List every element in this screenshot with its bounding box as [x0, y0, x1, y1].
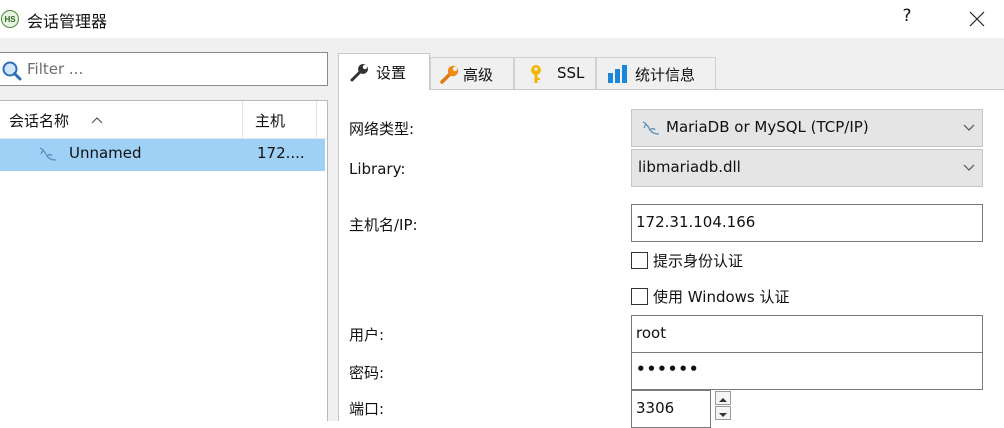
- prompt-auth-label: 提示身份认证: [653, 252, 744, 270]
- user-value: root: [636, 324, 667, 342]
- network-type-value: MariaDB or MySQL (TCP/IP): [666, 118, 869, 136]
- host-value: 172.31.104.166: [636, 213, 756, 231]
- wrench-icon: [350, 64, 368, 82]
- user-input[interactable]: root: [631, 315, 983, 353]
- window-title: 会话管理器: [27, 12, 108, 31]
- network-type-label: 网络类型:: [349, 120, 415, 138]
- tab-label: 高级: [463, 66, 494, 84]
- session-tree[interactable]: 会话名称 主机 Unnamed 172....: [0, 100, 328, 421]
- tab-ssl[interactable]: SSL: [514, 57, 596, 89]
- session-row[interactable]: Unnamed 172....: [0, 139, 325, 171]
- password-input[interactable]: ••••••: [631, 352, 983, 390]
- key-icon: [531, 65, 541, 83]
- tab-settings[interactable]: 设置: [338, 53, 430, 90]
- windows-auth-checkbox[interactable]: [631, 288, 648, 305]
- prompt-auth-checkbox[interactable]: [631, 252, 648, 269]
- tab-strip: 设置 高级 SSL 统计信息: [338, 53, 1004, 90]
- session-name: Unnamed: [69, 144, 142, 162]
- tree-header: 会话名称 主机: [0, 101, 327, 139]
- help-button[interactable]: ?: [896, 6, 918, 30]
- chevron-down-icon: [963, 124, 975, 131]
- column-label: 主机: [255, 112, 286, 130]
- port-value: 3306: [636, 399, 675, 417]
- dolphin-icon: [39, 147, 57, 161]
- windows-auth-label: 使用 Windows 认证: [653, 288, 790, 306]
- column-label: 会话名称: [9, 112, 70, 130]
- filter-box[interactable]: [0, 52, 328, 86]
- search-icon: [2, 61, 22, 81]
- close-icon: [969, 11, 985, 27]
- chevron-down-icon: [963, 164, 975, 171]
- network-type-select[interactable]: MariaDB or MySQL (TCP/IP): [631, 109, 983, 147]
- title-bar: HS 会话管理器 ?: [0, 0, 1004, 38]
- tab-statistics[interactable]: 统计信息: [596, 57, 716, 89]
- port-input[interactable]: 3306: [631, 390, 711, 428]
- app-logo-icon: HS: [1, 10, 19, 28]
- user-label: 用户:: [349, 326, 385, 344]
- arrow-up-icon: [719, 398, 727, 402]
- sort-ascending-icon: [91, 117, 103, 124]
- wrench-orange-icon: [440, 65, 459, 84]
- tab-label: 设置: [376, 64, 407, 82]
- filter-input[interactable]: [27, 53, 317, 85]
- library-label: Library:: [349, 160, 406, 178]
- port-label: 端口:: [349, 400, 385, 418]
- column-header-host[interactable]: 主机: [243, 101, 317, 139]
- column-header-session-name[interactable]: 会话名称: [0, 101, 243, 139]
- session-host: 172....: [257, 144, 305, 162]
- password-label: 密码:: [349, 364, 385, 382]
- bar-chart-icon: [608, 65, 627, 83]
- tab-label: 统计信息: [635, 66, 696, 84]
- port-decrement-button[interactable]: [715, 406, 731, 420]
- tab-label: SSL: [557, 64, 585, 82]
- close-button[interactable]: [962, 4, 990, 32]
- library-value: libmariadb.dll: [638, 158, 741, 176]
- arrow-down-icon: [719, 413, 727, 417]
- settings-panel: 网络类型: MariaDB or MySQL (TCP/IP) Library:…: [338, 89, 1004, 428]
- host-label: 主机名/IP:: [349, 216, 418, 234]
- host-input[interactable]: 172.31.104.166: [631, 204, 983, 242]
- tab-advanced[interactable]: 高级: [430, 57, 514, 89]
- library-select[interactable]: libmariadb.dll: [631, 149, 983, 187]
- password-value: ••••••: [636, 360, 700, 378]
- dialog-body: 会话名称 主机 Unnamed 172.... 设置: [0, 38, 1004, 428]
- port-increment-button[interactable]: [715, 391, 731, 405]
- dolphin-icon: [642, 121, 660, 135]
